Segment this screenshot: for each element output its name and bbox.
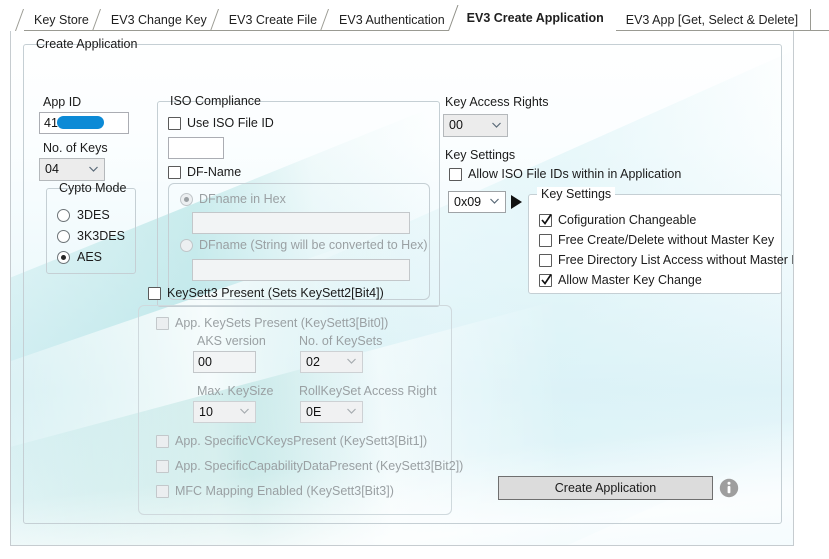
- crypto-mode-caption: Cypto Mode: [55, 181, 131, 195]
- radio-dfname-in-hex-label: DFname in Hex: [199, 192, 286, 206]
- max-keysize-label: Max. KeySize: [197, 384, 274, 398]
- radio-3des-label: 3DES: [77, 208, 110, 222]
- key-settings-value: 0x09: [454, 195, 482, 209]
- free-create-delete-checkbox[interactable]: [539, 234, 552, 247]
- tab-ev3-change-key[interactable]: EV3 Change Key: [100, 9, 219, 31]
- radio-3k3des-label: 3K3DES: [77, 229, 125, 243]
- iso-compliance-caption: ISO Compliance: [166, 94, 266, 108]
- create-application-button[interactable]: Create Application: [498, 476, 713, 500]
- app-keysets-present-label: App. KeySets Present (KeySett3[Bit0]): [175, 316, 389, 330]
- radio-aes-label: AES: [77, 250, 103, 264]
- dfname-hex-input[interactable]: [192, 212, 410, 234]
- tab-ev3-app-get-select-delete[interactable]: EV3 App [Get, Select & Delete]: [615, 9, 811, 31]
- key-settings-value-dropdown[interactable]: 0x09: [448, 191, 506, 213]
- free-directory-list-access-checkbox[interactable]: [539, 254, 552, 267]
- chevron-down-icon: [492, 122, 501, 130]
- check-icon: [541, 214, 552, 225]
- application-window: Key Store EV3 Change Key EV3 Create File…: [0, 0, 829, 559]
- radio-dfname-in-hex-dot: [184, 197, 189, 202]
- chevron-down-icon: [347, 358, 356, 366]
- tab-label: Key Store: [34, 13, 89, 27]
- create-application-caption: Create Application: [32, 37, 142, 51]
- create-application-button-label: Create Application: [554, 481, 657, 495]
- app-specific-capability-data-present-checkbox[interactable]: [156, 460, 169, 473]
- iso-file-id-input[interactable]: [168, 137, 224, 159]
- df-name-checkbox[interactable]: [168, 166, 181, 179]
- max-keysize-value: 10: [199, 405, 213, 419]
- tab-label: EV3 Create Application: [466, 11, 604, 25]
- chevron-down-icon: [490, 198, 499, 206]
- df-name-label: DF-Name: [187, 165, 242, 179]
- mfc-mapping-enabled-label: MFC Mapping Enabled (KeySett3[Bit3]): [175, 484, 394, 498]
- radio-3k3des[interactable]: [57, 230, 70, 243]
- tab-panel-create-application: Create Application App ID 41 No. of Keys…: [10, 31, 794, 546]
- tab-ev3-create-application[interactable]: EV3 Create Application: [456, 5, 616, 32]
- info-circle-icon[interactable]: [719, 478, 739, 498]
- tab-ev3-authentication[interactable]: EV3 Authentication: [329, 9, 457, 31]
- tab-key-store[interactable]: Key Store: [24, 9, 101, 31]
- allow-master-key-change-checkbox[interactable]: [539, 274, 552, 287]
- no-of-keysets-dropdown[interactable]: 02: [300, 351, 363, 373]
- radio-dfname-string[interactable]: [180, 239, 193, 252]
- allow-iso-file-ids-checkbox[interactable]: [449, 168, 462, 181]
- key-access-rights-value: 00: [449, 118, 463, 132]
- allow-iso-file-ids-label: Allow ISO File IDs within in Application: [468, 167, 682, 181]
- panel-content: Create Application App ID 41 No. of Keys…: [11, 31, 793, 545]
- tab-strip-end: [810, 9, 812, 31]
- app-specific-vckeys-present-checkbox[interactable]: [156, 435, 169, 448]
- keysett3-present-label: KeySett3 Present (Sets KeySett2[Bit4]): [167, 286, 384, 300]
- aks-version-value: 00: [198, 355, 212, 369]
- cofiguration-changeable-label: Cofiguration Changeable: [558, 213, 697, 227]
- tab-strip: Key Store EV3 Change Key EV3 Create File…: [0, 0, 829, 32]
- dfname-string-input[interactable]: [192, 259, 410, 281]
- tab-label: EV3 Create File: [228, 13, 318, 27]
- app-keysets-present-checkbox[interactable]: [156, 317, 169, 330]
- cofiguration-changeable-checkbox[interactable]: [539, 214, 552, 227]
- play-triangle-icon: [511, 195, 522, 209]
- tab-list: Key Store EV3 Change Key EV3 Create File…: [24, 4, 812, 32]
- mfc-mapping-enabled-checkbox[interactable]: [156, 485, 169, 498]
- radio-dfname-in-hex[interactable]: [180, 193, 193, 206]
- aks-version-label: AKS version: [197, 334, 266, 348]
- rollkeyset-access-right-label: RollKeySet Access Right: [299, 384, 437, 398]
- no-of-keys-dropdown[interactable]: 04: [39, 158, 105, 181]
- app-id-value: 41: [44, 116, 58, 130]
- use-iso-file-id-checkbox[interactable]: [168, 117, 181, 130]
- tab-label: EV3 App [Get, Select & Delete]: [625, 13, 799, 27]
- no-of-keysets-value: 02: [306, 355, 320, 369]
- app-id-redaction-bar: [57, 116, 104, 129]
- tab-label: EV3 Authentication: [339, 13, 445, 27]
- radio-3des[interactable]: [57, 209, 70, 222]
- max-keysize-dropdown[interactable]: 10: [193, 401, 256, 423]
- key-settings-label: Key Settings: [445, 148, 516, 162]
- no-of-keysets-label: No. of KeySets: [299, 334, 383, 348]
- no-of-keys-value: 04: [45, 162, 59, 176]
- chevron-down-icon: [347, 408, 356, 416]
- app-id-label: App ID: [43, 95, 82, 109]
- chevron-down-icon: [89, 166, 98, 174]
- keysett3-present-checkbox[interactable]: [148, 287, 161, 300]
- key-settings-group-caption: Key Settings: [537, 187, 616, 201]
- aks-version-input[interactable]: 00: [193, 351, 256, 373]
- rollkeyset-access-right-dropdown[interactable]: 0E: [300, 401, 363, 423]
- check-icon: [541, 274, 552, 285]
- key-access-rights-dropdown[interactable]: 00: [443, 114, 508, 137]
- no-of-keys-label: No. of Keys: [43, 141, 108, 155]
- app-specific-capability-data-present-label: App. SpecificCapabilityDataPresent (KeyS…: [175, 459, 464, 473]
- radio-aes[interactable]: [57, 251, 70, 264]
- tab-label: EV3 Change Key: [110, 13, 207, 27]
- allow-master-key-change-label: Allow Master Key Change: [558, 273, 702, 287]
- free-create-delete-label: Free Create/Delete without Master Key: [558, 233, 775, 247]
- free-directory-list-access-label: Free Directory List Access without Maste…: [558, 253, 794, 267]
- tab-ev3-create-file[interactable]: EV3 Create File: [218, 9, 330, 31]
- rollkeyset-access-right-value: 0E: [306, 405, 322, 419]
- chevron-down-icon: [240, 408, 249, 416]
- app-specific-vckeys-present-label: App. SpecificVCKeysPresent (KeySett3[Bit…: [175, 434, 428, 448]
- use-iso-file-id-label: Use ISO File ID: [187, 116, 274, 130]
- key-access-rights-label: Key Access Rights: [445, 95, 549, 109]
- radio-dfname-string-label: DFname (String will be converted to Hex): [199, 238, 428, 252]
- radio-aes-dot: [61, 255, 66, 260]
